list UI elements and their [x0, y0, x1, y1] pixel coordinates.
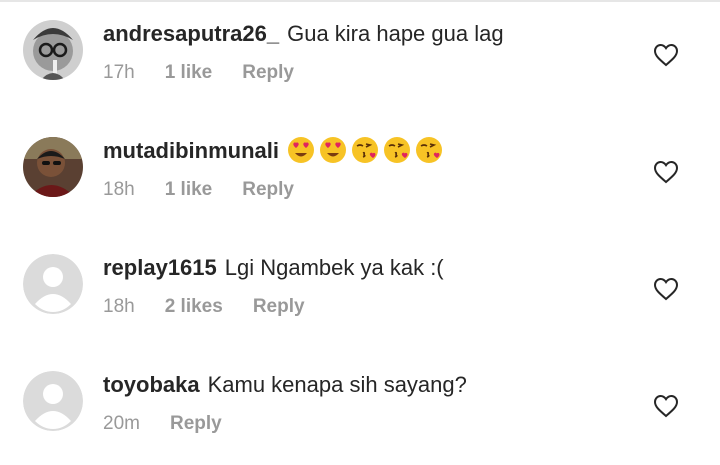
- comment-text: Gua kira hape gua lag: [287, 21, 504, 46]
- comment-likes[interactable]: 1 like: [165, 62, 213, 83]
- comment-text: Lgi Ngambek ya kak :(: [224, 255, 444, 280]
- comment-item: replay1615 Lgi Ngambek ya kak :( 18h 2 lik…: [0, 234, 720, 351]
- reply-button[interactable]: Reply: [242, 62, 294, 83]
- avatar[interactable]: [23, 254, 83, 314]
- kissing-heart-emoji: [416, 137, 442, 164]
- comment-username[interactable]: mutadibinmunali: [103, 138, 279, 163]
- avatar[interactable]: [23, 20, 83, 80]
- comment-text-line: toyobaka Kamu kenapa sih sayang?: [103, 372, 467, 398]
- comment-emoji-text: [287, 136, 447, 164]
- comment-text: Kamu kenapa sih sayang?: [207, 372, 467, 397]
- heart-outline-icon[interactable]: [653, 43, 679, 67]
- default-avatar-icon: [23, 254, 83, 314]
- reply-button[interactable]: Reply: [242, 179, 294, 200]
- avatar[interactable]: [23, 371, 83, 431]
- comment-username[interactable]: toyobaka: [103, 372, 200, 397]
- comment-item: andresaputra26_ Gua kira hape gua lag 17h…: [0, 0, 720, 117]
- heart-eyes-emoji: [288, 137, 314, 164]
- comment-item: mutadibinmunali 18h 1 like Reply: [0, 117, 720, 234]
- comment-meta: 18h 2 likes Reply: [103, 296, 335, 318]
- heart-outline-icon[interactable]: [653, 394, 679, 418]
- comment-username[interactable]: andresaputra26_: [103, 21, 279, 46]
- comment-item: toyobaka Kamu kenapa sih sayang? 20m Reply: [0, 351, 720, 465]
- reply-button[interactable]: Reply: [170, 413, 222, 434]
- kissing-heart-emoji: [352, 137, 378, 164]
- heart-outline-icon[interactable]: [653, 277, 679, 301]
- comment-text-line: andresaputra26_ Gua kira hape gua lag: [103, 21, 504, 47]
- comment-time: 20m: [103, 413, 140, 434]
- comment-time: 18h: [103, 179, 135, 200]
- comment-text-line: replay1615 Lgi Ngambek ya kak :(: [103, 255, 444, 281]
- comment-likes[interactable]: 2 likes: [165, 296, 223, 317]
- comment-meta: 20m Reply: [103, 413, 252, 435]
- comment-time: 18h: [103, 296, 135, 317]
- heart-eyes-emoji: [320, 137, 346, 164]
- comment-time: 17h: [103, 62, 135, 83]
- comment-meta: 18h 1 like Reply: [103, 179, 324, 201]
- default-avatar-icon: [23, 371, 83, 431]
- comment-username[interactable]: replay1615: [103, 255, 217, 280]
- kissing-heart-emoji: [384, 137, 410, 164]
- comment-likes[interactable]: 1 like: [165, 179, 213, 200]
- comments-screen: andresaputra26_ Gua kira hape gua lag 17h…: [0, 0, 720, 465]
- comment-meta: 17h 1 like Reply: [103, 62, 324, 84]
- avatar-photo: [23, 20, 83, 80]
- avatar[interactable]: [23, 137, 83, 197]
- heart-outline-icon[interactable]: [653, 160, 679, 184]
- avatar-photo: [23, 137, 83, 197]
- comment-text-line: mutadibinmunali: [103, 136, 447, 164]
- reply-button[interactable]: Reply: [253, 296, 305, 317]
